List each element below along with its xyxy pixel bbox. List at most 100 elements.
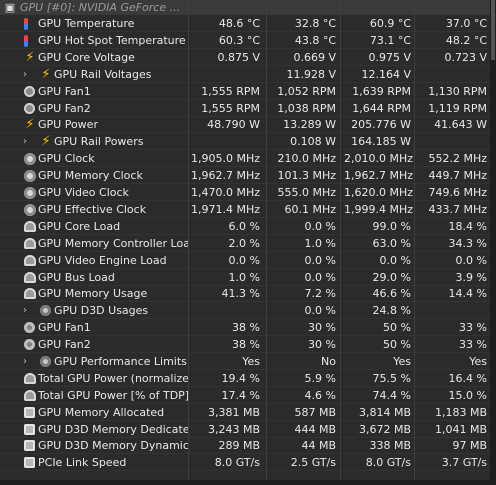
sensor-row[interactable]: GPU Memory Allocated 3,381 MB 587 MB 3,814 … (0, 404, 490, 421)
sensor-row[interactable]: GPU Fan2 38 % 30 % 50 % 33 % (0, 336, 490, 353)
row-separator (0, 470, 490, 471)
sensor-row[interactable]: GPU Fan2 1,555 RPM 1,038 RPM 1,644 RPM 1,119… (0, 100, 490, 117)
vertical-scrollbar[interactable] (490, 0, 496, 485)
current-value: 0.875 V (217, 51, 260, 64)
sensor-group-row[interactable]: › ⚡ GPU Rail Powers 0.108 W 164.185 W (0, 133, 490, 150)
current-value: 41.3 % (221, 287, 260, 300)
sensor-row[interactable]: GPU Memory Usage 41.3 % 7.2 % 46.6 % 14.4 % (0, 285, 490, 302)
sensor-label: Total GPU Power (normalized... (38, 372, 188, 385)
max-value: 1,999.4 MHz (344, 203, 414, 216)
sensor-row[interactable]: ⚡ GPU Power 48.790 W 13.289 W 205.776 W 41.64… (0, 116, 490, 133)
max-value: 24.8 % (372, 304, 411, 317)
sensor-row[interactable]: Total GPU Power [% of TDP] 17.4 % 4.6 % 74.… (0, 387, 490, 404)
min-value: 60.1 MHz (284, 203, 336, 216)
max-value: 3,814 MB (358, 406, 411, 419)
sensor-row[interactable]: GPU Core Load 6.0 % 0.0 % 99.0 % 18.4 % (0, 218, 490, 235)
fan-icon (24, 103, 35, 114)
min-value: 1.0 % (304, 237, 336, 250)
current-value: 1,962.7 MHz (190, 169, 260, 182)
max-value: Yes (393, 355, 411, 368)
sensor-row[interactable]: GPU Bus Load 1.0 % 0.0 % 29.0 % 3.9 % (0, 269, 490, 286)
vertical-scrollbar-thumb[interactable] (491, 0, 495, 60)
clock-icon (24, 152, 36, 165)
sensor-label: GPU Memory Usage (38, 287, 148, 300)
max-value: 74.4 % (372, 389, 411, 402)
column-divider (188, 0, 189, 485)
min-value: 0.108 W (290, 135, 336, 148)
max-value: 1,644 RPM (352, 102, 411, 115)
avg-value: 37.0 °C (445, 17, 487, 30)
max-value: 50 % (383, 338, 411, 351)
sensor-label: GPU Core Load (38, 220, 121, 233)
expand-chevron-icon[interactable]: › (21, 66, 29, 83)
sensor-label: GPU Performance Limits (54, 355, 187, 368)
sensor-row[interactable]: PCIe Link Speed 8.0 GT/s 2.5 GT/s 8.0 GT/s 3… (0, 454, 490, 471)
sensor-row[interactable]: GPU Video Clock 1,470.0 MHz 555.0 MHz 1,620… (0, 184, 490, 201)
min-value: 13.289 W (283, 118, 336, 131)
avg-value: 0.723 V (444, 51, 487, 64)
min-value: 0.669 V (293, 51, 336, 64)
sensor-row[interactable]: GPU Memory Controller Load 2.0 % 1.0 % 63.0… (0, 235, 490, 252)
sensor-group-row[interactable]: › GPU Performance Limits Yes No Yes Yes (0, 353, 490, 370)
min-value: 5.9 % (304, 372, 336, 385)
column-divider (266, 0, 267, 485)
max-value: 50 % (383, 321, 411, 334)
avg-value: 433.7 MHz (428, 203, 487, 216)
expand-chevron-icon[interactable]: › (21, 302, 29, 319)
sensor-row[interactable]: Total GPU Power (normalized... 19.4 % 5.9 … (0, 370, 490, 387)
avg-value: 41.643 W (434, 118, 487, 131)
gauge-icon (24, 373, 36, 384)
sensor-row[interactable]: GPU Fan1 38 % 30 % 50 % 33 % (0, 319, 490, 336)
min-value: 43.8 °C (294, 34, 336, 47)
expand-chevron-icon[interactable]: › (21, 353, 29, 370)
min-value: 30 % (308, 321, 336, 334)
max-value: 73.1 °C (369, 34, 411, 47)
sensor-row[interactable]: GPU D3D Memory Dynamic 289 MB 44 MB 338 MB 9… (0, 437, 490, 454)
sensor-label: GPU Rail Powers (54, 135, 144, 148)
sensor-row[interactable]: GPU Temperature 48.6 °C 32.8 °C 60.9 °C 37.0… (0, 15, 490, 32)
sensor-group-row[interactable]: › ⚡ GPU Rail Voltages 11.928 V 12.164 V (0, 66, 490, 83)
avg-value: 3.9 % (455, 271, 487, 284)
sensor-row[interactable]: GPU Hot Spot Temperature 60.3 °C 43.8 °C 73… (0, 32, 490, 49)
sensor-row[interactable]: GPU Fan1 1,555 RPM 1,052 RPM 1,639 RPM 1,130… (0, 83, 490, 100)
sensor-row[interactable]: GPU Clock 1,905.0 MHz 210.0 MHz 2,010.0 MHz… (0, 150, 490, 167)
avg-value: 1,041 MB (434, 423, 487, 436)
max-value: 8.0 GT/s (365, 456, 411, 469)
circle-icon (40, 356, 51, 367)
min-value: 0.0 % (304, 304, 336, 317)
sensor-row[interactable]: GPU Effective Clock 1,971.4 MHz 60.1 MHz 1,… (0, 201, 490, 218)
sensor-row[interactable]: GPU D3D Memory Dedicated 3,243 MB 444 MB 3,… (0, 421, 490, 438)
fan-icon (24, 86, 35, 97)
sensor-group-row[interactable]: › GPU D3D Usages 0.0 % 24.8 % (0, 302, 490, 319)
horizontal-scrollbar[interactable] (0, 480, 490, 485)
current-value: 48.6 °C (218, 17, 260, 30)
sensor-label: GPU Fan2 (38, 102, 91, 115)
avg-value: 1,130 RPM (428, 85, 487, 98)
min-value: 30 % (308, 338, 336, 351)
current-value: 1,971.4 MHz (190, 203, 260, 216)
avg-value: 33 % (459, 321, 487, 334)
gauge-icon (24, 288, 36, 299)
sensor-row[interactable]: GPU Memory Clock 1,962.7 MHz 101.3 MHz 1,96… (0, 167, 490, 184)
max-value: 75.5 % (372, 372, 411, 385)
avg-value: 18.4 % (448, 220, 487, 233)
sensor-label: GPU Clock (38, 152, 95, 165)
avg-value: Yes (469, 355, 487, 368)
max-value: 1,620.0 MHz (344, 186, 414, 199)
min-value: 1,052 RPM (277, 85, 336, 98)
sensor-label: GPU Memory Allocated (38, 406, 165, 419)
sensor-row[interactable]: ⚡ GPU Core Voltage 0.875 V 0.669 V 0.975 V 0.… (0, 49, 490, 66)
current-value: 3,381 MB (207, 406, 260, 419)
gauge-icon (24, 221, 36, 232)
avg-value: 1,183 MB (434, 406, 487, 419)
avg-value: 15.0 % (448, 389, 487, 402)
gauge-icon (24, 255, 36, 266)
sensor-label: GPU Memory Clock (38, 169, 143, 182)
sensor-row[interactable]: GPU Video Engine Load 0.0 % 0.0 % 0.0 % 0.0 … (0, 252, 490, 269)
gpu-group-header[interactable]: ▣ GPU [#0]: NVIDIA GeForce ... (0, 0, 490, 15)
max-value: 63.0 % (372, 237, 411, 250)
gauge-icon (24, 390, 36, 401)
expand-chevron-icon[interactable]: › (21, 133, 29, 150)
avg-value: 97 MB (452, 439, 487, 452)
min-value: 444 MB (294, 423, 336, 436)
